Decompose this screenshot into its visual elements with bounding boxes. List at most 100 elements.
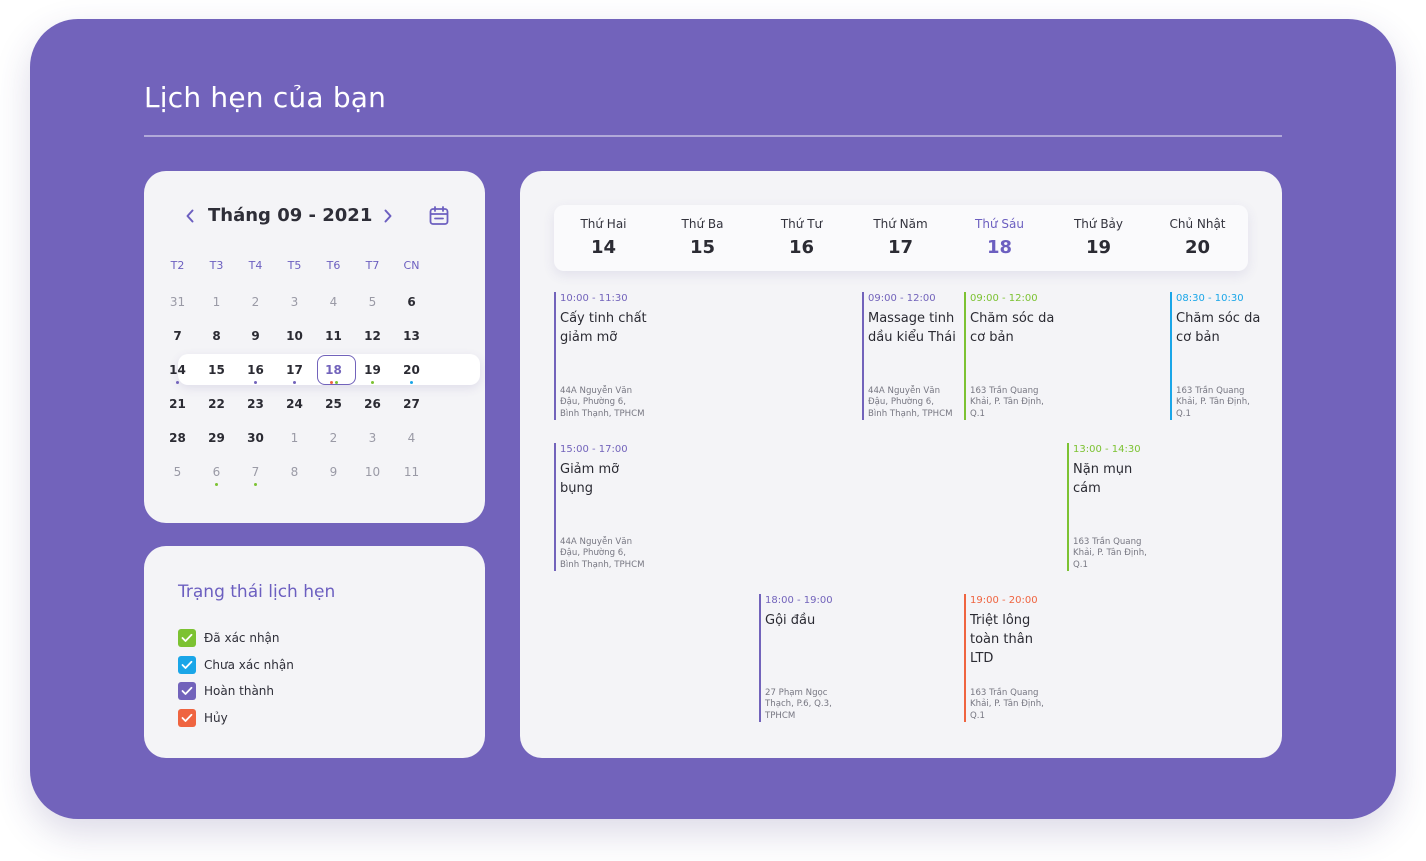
calendar-day[interactable]: 26 (353, 387, 392, 421)
appointment-time: 08:30 - 10:30 (1176, 293, 1244, 304)
calendar-day-number: 4 (407, 431, 416, 445)
calendar-day[interactable]: 1 (197, 285, 236, 319)
checkbox-checked-icon[interactable] (178, 708, 196, 727)
appointment-dot (176, 381, 179, 384)
calendar-day[interactable]: 19 (353, 353, 392, 387)
appointment-dot (215, 483, 218, 486)
calendar-day[interactable]: 4 (392, 421, 431, 455)
calendar-day-number: 19 (364, 363, 381, 377)
appointment-dots (275, 381, 314, 385)
checkbox-checked-icon[interactable] (178, 629, 196, 648)
calendar-day-number: 18 (325, 363, 342, 377)
calendar-day-number: 31 (169, 295, 186, 309)
appointment-card[interactable]: 10:00 - 11:30 Cấy tinh chất giảm mỡ 44A Ng… (554, 292, 652, 420)
calendar-day[interactable]: 8 (197, 319, 236, 353)
day-column-header[interactable]: Thứ Năm 17 (851, 205, 950, 271)
calendar-day[interactable]: 3 (353, 421, 392, 455)
weekday-label: T7 (365, 259, 380, 272)
appointment-card[interactable]: 19:00 - 20:00 Triệt lông toàn thân LTD 163… (964, 594, 1062, 722)
calendar-day[interactable]: 6 (392, 285, 431, 319)
calendar-day[interactable]: 2 (236, 285, 275, 319)
calendar-day-number: 10 (364, 465, 381, 479)
calendar-day[interactable]: 16 (236, 353, 275, 387)
weekday-label: T2 (170, 259, 185, 272)
appointment-card[interactable]: 08:30 - 10:30 Chăm sóc da cơ bản 163 Trần … (1170, 292, 1268, 420)
calendar-day[interactable]: 27 (392, 387, 431, 421)
appointment-card[interactable]: 09:00 - 12:00 Chăm sóc da cơ bản 163 Trần … (964, 292, 1062, 420)
calendar-day-number: 4 (329, 295, 338, 309)
calendar-day[interactable]: 10 (275, 319, 314, 353)
calendar-day[interactable]: 11 (392, 455, 431, 489)
day-column-header[interactable]: Thứ Bảy 19 (1049, 205, 1148, 271)
calendar-day[interactable]: 11 (314, 319, 353, 353)
appointment-card[interactable]: 09:00 - 12:00 Massage tinh dầu kiểu Thái 4… (862, 292, 960, 420)
weekday-label: T3 (209, 259, 224, 272)
day-column-header[interactable]: Thứ Sáu 18 (950, 205, 1049, 271)
day-column-header[interactable]: Thứ Ba 15 (653, 205, 752, 271)
status-title: Trạng thái lịch hẹn (178, 582, 336, 602)
calendar-day-number: 25 (325, 397, 342, 411)
calendar-day[interactable]: 8 (275, 455, 314, 489)
appointment-title: Cấy tinh chất giảm mỡ (560, 311, 647, 345)
status-item[interactable]: Chưa xác nhận (178, 652, 294, 679)
calendar-day[interactable]: 4 (314, 285, 353, 319)
status-label: Đã xác nhận (204, 631, 280, 646)
calendar-day[interactable]: 29 (197, 421, 236, 455)
calendar-day[interactable]: 21 (158, 387, 197, 421)
calendar-day[interactable]: 24 (275, 387, 314, 421)
appointment-address: 44A Nguyễn Văn Đậu, Phường 6, Bình Thạnh… (868, 386, 953, 419)
calendar-day[interactable]: 3 (275, 285, 314, 319)
calendar-day[interactable]: 14 (158, 353, 197, 387)
weekday-label: T5 (287, 259, 302, 272)
status-item[interactable]: Hủy (178, 705, 294, 732)
chevron-left-icon[interactable] (182, 206, 198, 226)
calendar-day[interactable]: 5 (353, 285, 392, 319)
calendar-day-number: 15 (208, 363, 225, 377)
day-column-header[interactable]: Thứ Hai 14 (554, 205, 653, 271)
calendar-day[interactable]: 22 (197, 387, 236, 421)
day-column-header[interactable]: Chủ Nhật 20 (1148, 205, 1247, 271)
calendar-day[interactable]: 25 (314, 387, 353, 421)
calendar-day[interactable]: 17 (275, 353, 314, 387)
calendar-day[interactable]: 9 (236, 319, 275, 353)
status-item[interactable]: Hoàn thành (178, 678, 294, 705)
chevron-right-icon[interactable] (380, 206, 396, 226)
calendar-day[interactable]: 7 (158, 319, 197, 353)
calendar-week-row: 31 1 2 3 4 5 6 (158, 285, 470, 319)
calendar-day[interactable]: 28 (158, 421, 197, 455)
calendar-day[interactable]: 23 (236, 387, 275, 421)
weekday-label: T4 (248, 259, 263, 272)
appointment-dot (254, 483, 257, 486)
day-column-header[interactable]: Thứ Tư 16 (752, 205, 851, 271)
calendar-day[interactable]: 20 (392, 353, 431, 387)
calendar-day[interactable]: 2 (314, 421, 353, 455)
appointment-title: Chăm sóc da cơ bản (970, 311, 1055, 345)
calendar-day[interactable]: 5 (158, 455, 197, 489)
appointment-card[interactable]: 13:00 - 14:30 Nặn mụn cám 163 Trần Quang K… (1067, 443, 1165, 571)
calendar-day[interactable]: 10 (353, 455, 392, 489)
calendar-day[interactable]: 15 (197, 353, 236, 387)
checkbox-checked-icon[interactable] (178, 682, 196, 701)
weekday-label: T6 (326, 259, 341, 272)
appointment-title: Nặn mụn cám (1073, 462, 1133, 496)
calendar-day[interactable]: 13 (392, 319, 431, 353)
calendar-day[interactable]: 12 (353, 319, 392, 353)
calendar-day[interactable]: 6 (197, 455, 236, 489)
appointment-card[interactable]: 15:00 - 17:00 Giảm mỡ bụng 44A Nguyễn Văn … (554, 443, 652, 571)
calendar-day[interactable]: 30 (236, 421, 275, 455)
calendar-day[interactable]: 31 (158, 285, 197, 319)
calendar-day-number: 11 (325, 329, 342, 343)
status-item[interactable]: Đã xác nhận (178, 625, 294, 652)
checkbox-checked-icon[interactable] (178, 655, 196, 674)
calendar-day-number: 2 (329, 431, 338, 445)
appointment-time: 19:00 - 20:00 (970, 595, 1038, 606)
calendar-day[interactable]: 7 (236, 455, 275, 489)
calendar-day[interactable]: 1 (275, 421, 314, 455)
calendar-day-selected[interactable]: 18 (314, 353, 356, 387)
appointment-dot (334, 381, 338, 384)
appointment-address: 44A Nguyễn Văn Đậu, Phường 6, Bình Thạnh… (560, 386, 645, 419)
calendar-icon[interactable] (428, 205, 450, 227)
calendar-day[interactable]: 9 (314, 455, 353, 489)
calendar-day-number: 9 (251, 329, 260, 343)
appointment-card[interactable]: 18:00 - 19:00 Gội đầu 27 Phạm Ngọc Thạch, … (759, 594, 857, 722)
